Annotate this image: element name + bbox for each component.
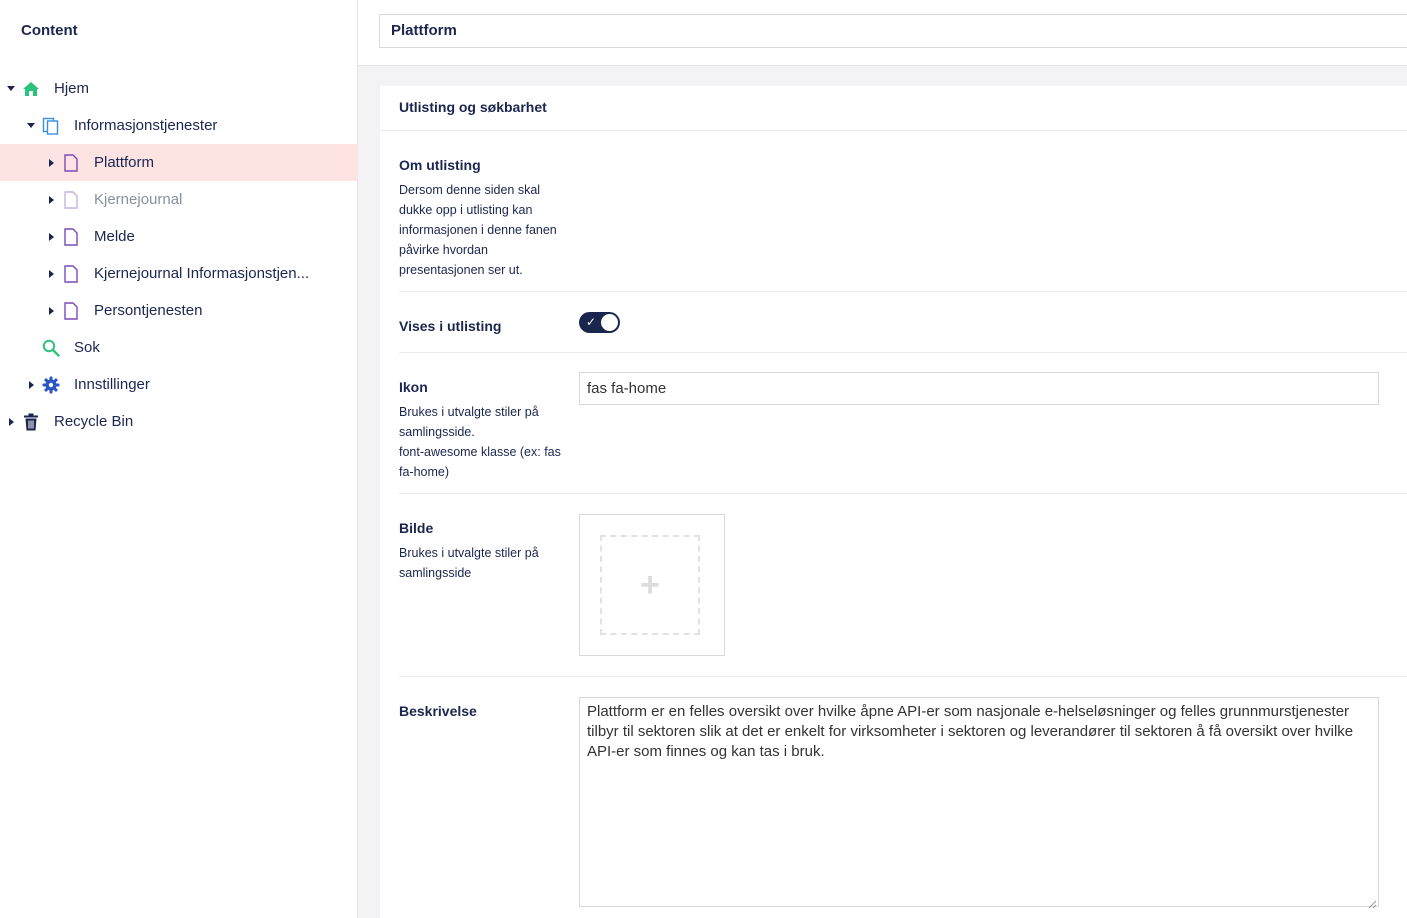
content-tree-sidebar: Content Hjem Informasjonstjenester Platt… [0,0,358,918]
document-icon [62,190,80,209]
bilde-label: Bilde [399,520,434,536]
beskrivelse-label: Beskrivelse [399,703,477,719]
tree-label-informasjonstjenester: Informasjonstjenester [74,117,218,134]
beskrivelse-textarea[interactable]: Plattform er en felles oversikt over hvi… [579,697,1379,907]
prop-ikon: Ikon Brukes i utvalgte stiler på samling… [399,353,1407,494]
prop-om-utlisting: Om utlisting Dersom denne siden skal duk… [399,131,1407,292]
content-tree: Hjem Informasjonstjenester Plattform Kje… [0,70,358,440]
media-dropzone: + [600,535,700,635]
prop-beskrivelse: Beskrivelse Plattform er en felles overs… [399,677,1407,917]
gear-icon [42,376,60,394]
resize-grip-icon[interactable] [1367,896,1377,909]
home-icon [22,80,40,98]
tree-item-informasjonstjenester[interactable]: Informasjonstjenester [0,107,358,144]
caret-right-icon[interactable] [26,380,36,390]
tree-item-melde[interactable]: Melde [0,218,358,255]
tree-label-melde: Melde [94,228,135,245]
document-icon [62,264,80,283]
caret-down-icon[interactable] [26,121,36,131]
caret-right-icon[interactable] [46,195,56,205]
tree-item-hjem[interactable]: Hjem [0,70,358,107]
panel-title: Utlisting og søkbarhet [380,86,1407,131]
tree-label-hjem: Hjem [54,80,90,97]
editor-header: Plattform [358,0,1407,66]
caret-right-icon[interactable] [46,269,56,279]
ikon-description-2: font-awesome klasse (ex: fas fa-home) [399,445,561,479]
document-icon [62,301,80,320]
ikon-input[interactable]: fas fa-home [579,372,1379,405]
caret-down-icon[interactable] [6,84,16,94]
tree-label-recycle-bin: Recycle Bin [54,413,134,430]
bilde-media-picker[interactable]: + [579,514,725,656]
tree-item-sok[interactable]: Sok [0,329,358,366]
search-icon [42,339,60,357]
trash-icon [22,413,40,431]
vises-i-utlisting-label: Vises i utlisting [399,318,502,334]
om-utlisting-description: Dersom denne siden skal dukke opp i utli… [399,183,557,277]
prop-bilde: Bilde Brukes i utvalgte stiler på samlin… [399,494,1407,677]
ikon-label: Ikon [399,379,428,395]
tree-item-kjernejournal[interactable]: Kjernejournal [0,181,358,218]
caret-right-icon[interactable] [6,417,16,427]
tree-label-kjernejournal: Kjernejournal [94,191,183,208]
tree-item-recycle-bin[interactable]: Recycle Bin [0,403,358,440]
tree-label-plattform: Plattform [94,154,155,171]
vises-i-utlisting-toggle[interactable]: ✓ [579,312,620,333]
bilde-description: Brukes i utvalgte stiler på samlingsside [399,546,539,580]
sidebar-title: Content [21,22,78,39]
tree-label-sok: Sok [74,339,100,356]
page-name-input[interactable]: Plattform [379,14,1407,48]
document-icon [62,153,80,172]
tree-label-kjernejournal-informasjonstjenester: Kjernejournal Informasjonstjen... [94,265,310,282]
caret-right-icon[interactable] [46,158,56,168]
document-stack-icon [42,117,60,135]
check-icon: ✓ [586,315,597,329]
prop-vises-i-utlisting: Vises i utlisting ✓ [399,292,1407,353]
tree-item-innstillinger[interactable]: Innstillinger [0,366,358,403]
tree-item-kjernejournal-informasjonstjenester[interactable]: Kjernejournal Informasjonstjen... [0,255,358,292]
ikon-description-1: Brukes i utvalgte stiler på samlingsside… [399,405,539,439]
om-utlisting-label: Om utlisting [399,157,481,173]
toggle-knob [601,314,618,331]
document-icon [62,227,80,246]
caret-right-icon[interactable] [46,232,56,242]
caret-right-icon[interactable] [46,306,56,316]
tree-label-persontjenesten: Persontjenesten [94,302,203,319]
tree-label-innstillinger: Innstillinger [74,376,150,393]
properties-panel: Utlisting og søkbarhet Om utlisting Ders… [380,86,1407,918]
plus-icon: + [640,566,660,604]
tree-item-plattform[interactable]: Plattform [0,144,358,181]
tree-item-persontjenesten[interactable]: Persontjenesten [0,292,358,329]
